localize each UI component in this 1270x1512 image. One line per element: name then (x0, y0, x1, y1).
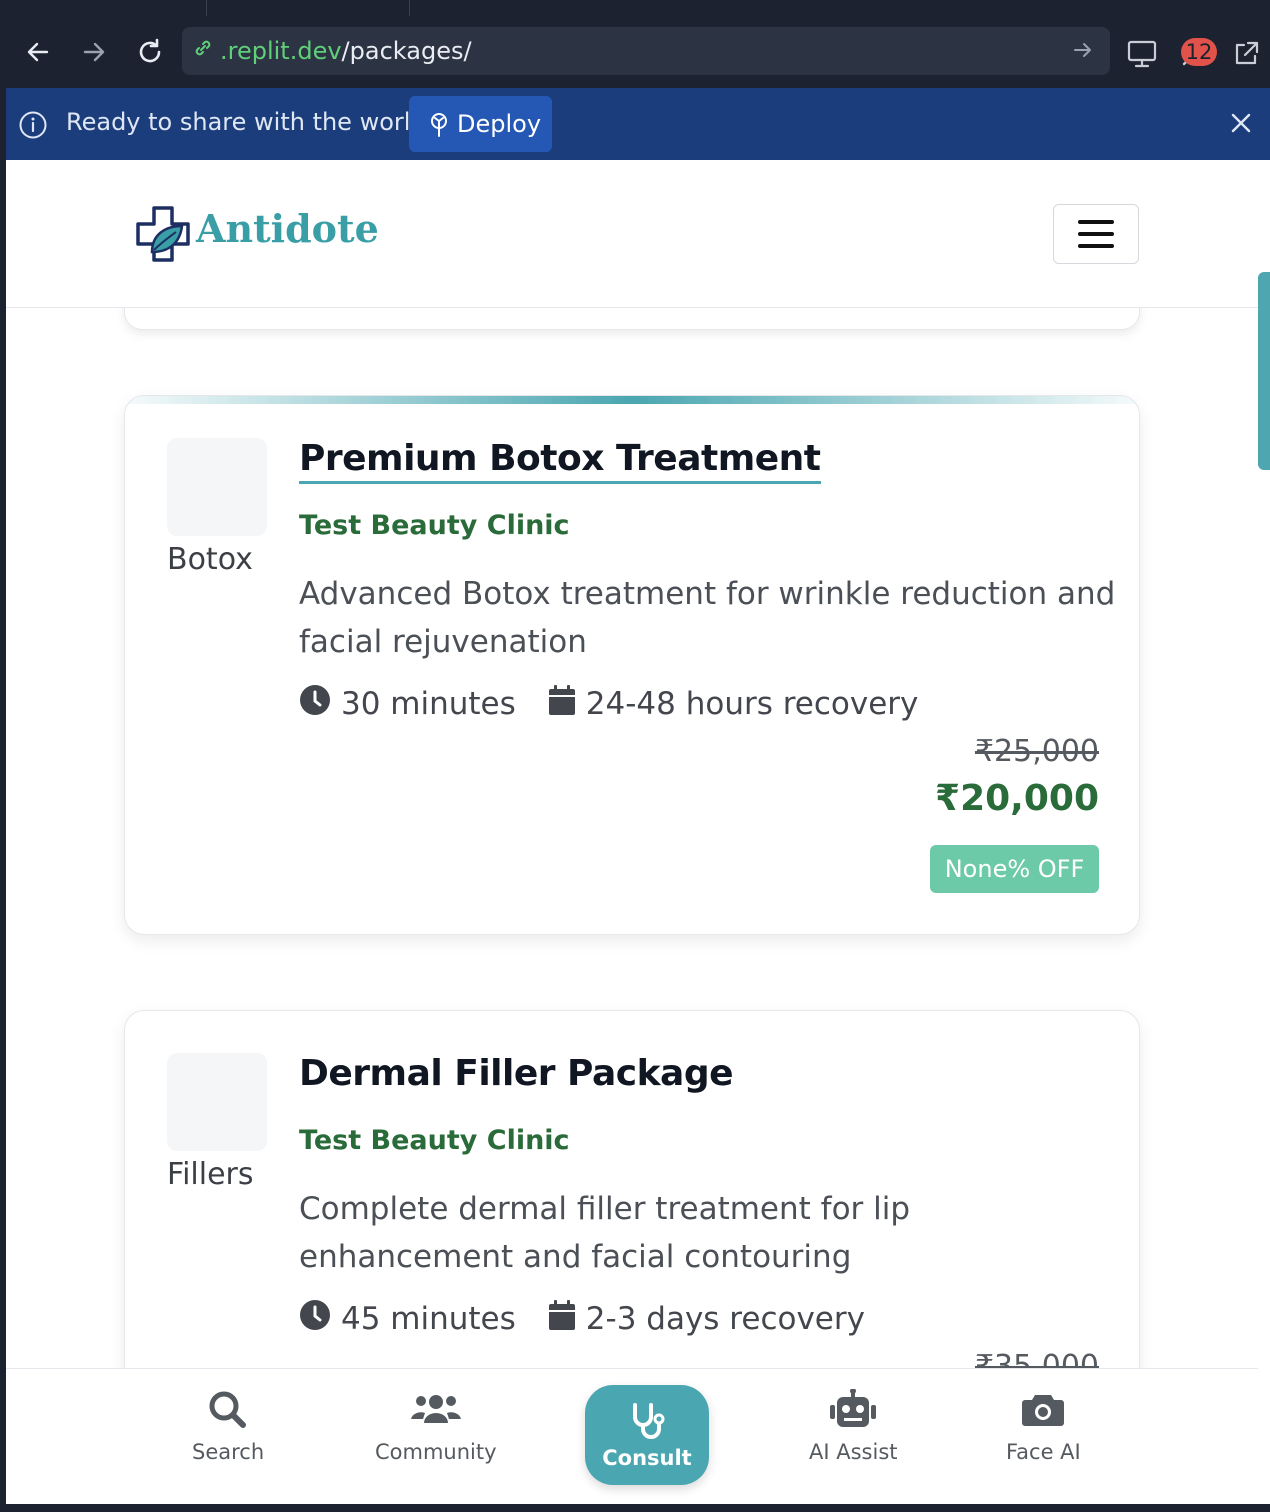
menu-toggle-button[interactable] (1053, 204, 1139, 264)
link-icon (192, 37, 214, 65)
address-bar[interactable]: .replit.dev/packages/ (182, 27, 1110, 75)
info-icon (18, 110, 48, 144)
page-viewport: Antidote Botox Premium Botox Treatment T… (6, 160, 1258, 1504)
search-icon (206, 1389, 250, 1434)
clock-icon (299, 1299, 331, 1339)
nav-ai-assist-label: AI Assist (809, 1440, 898, 1464)
menu-bar-icon (1078, 220, 1114, 224)
nav-community-label: Community (375, 1440, 497, 1464)
site-header: Antidote (6, 160, 1258, 308)
deploy-label: Deploy (457, 110, 542, 138)
calendar-icon (548, 684, 576, 724)
nav-search[interactable]: Search (192, 1389, 264, 1464)
logo-icon[interactable] (132, 194, 196, 274)
bottom-navigation: Search Community Consult AI Assist Face … (6, 1368, 1258, 1504)
clock-icon (299, 684, 331, 724)
url-domain: .replit.dev (220, 37, 342, 65)
url-path: /packages/ (341, 37, 472, 65)
browser-toolbar: .replit.dev/packages/ 12 (0, 16, 1270, 88)
browser-tabstrip (0, 0, 1270, 16)
nav-ai-assist[interactable]: AI Assist (809, 1388, 898, 1464)
package-description: Advanced Botox treatment for wrinkle red… (299, 576, 1116, 660)
package-image (167, 1053, 267, 1151)
nav-face-ai-label: Face AI (1006, 1440, 1081, 1464)
nav-community[interactable]: Community (375, 1389, 497, 1464)
url-go-icon[interactable] (1072, 39, 1094, 67)
package-title[interactable]: Premium Botox Treatment (299, 438, 821, 484)
package-description: Complete dermal filler treatment for lip… (299, 1191, 911, 1275)
menu-bar-icon (1078, 244, 1114, 248)
notification-badge: 12 (1181, 38, 1217, 66)
card-accent-line (125, 396, 1139, 404)
deploy-button[interactable]: Deploy (409, 96, 552, 152)
package-card[interactable]: Botox Premium Botox Treatment Test Beaut… (124, 395, 1140, 935)
discount-badge: None% OFF (930, 845, 1099, 893)
stethoscope-icon (627, 1401, 667, 1446)
package-category: Fillers (167, 1157, 254, 1192)
current-price: ₹20,000 (935, 778, 1099, 819)
clinic-name[interactable]: Test Beauty Clinic (299, 1125, 570, 1156)
reload-icon[interactable] (134, 36, 166, 68)
deploy-banner: Ready to share with the world? Deploy (6, 88, 1270, 160)
calendar-icon (548, 1299, 576, 1339)
scrollbar-thumb[interactable] (1258, 272, 1270, 470)
nav-search-label: Search (192, 1440, 265, 1464)
open-external-icon[interactable] (1228, 36, 1264, 72)
package-duration: 30 minutes (341, 686, 516, 722)
browser-tab[interactable] (206, 0, 410, 16)
package-title[interactable]: Dermal Filler Package (299, 1053, 734, 1094)
package-image (167, 438, 267, 536)
robot-icon (827, 1388, 879, 1434)
users-icon (410, 1389, 462, 1434)
camera-icon (1021, 1389, 1065, 1434)
package-category: Botox (167, 542, 253, 577)
clinic-name[interactable]: Test Beauty Clinic (299, 510, 570, 541)
forward-icon[interactable] (78, 36, 110, 68)
package-duration: 45 minutes (341, 1301, 516, 1337)
close-icon[interactable] (1228, 110, 1254, 140)
package-meta: 45 minutes 2-3 days recovery (299, 1299, 865, 1339)
banner-text: Ready to share with the world? (66, 108, 439, 136)
nav-consult-button[interactable]: Consult (585, 1385, 709, 1485)
package-meta: 30 minutes 24-48 hours recovery (299, 684, 918, 724)
menu-bar-icon (1078, 232, 1114, 236)
monitor-icon[interactable] (1124, 36, 1160, 72)
deploy-icon (427, 112, 451, 144)
brand-name[interactable]: Antidote (196, 206, 379, 251)
nav-face-ai[interactable]: Face AI (1006, 1389, 1081, 1464)
back-icon[interactable] (22, 36, 54, 68)
nav-consult-label: Consult (602, 1445, 692, 1470)
package-recovery: 24-48 hours recovery (585, 686, 919, 722)
original-price: ₹25,000 (974, 734, 1099, 769)
package-recovery: 2-3 days recovery (585, 1301, 865, 1337)
